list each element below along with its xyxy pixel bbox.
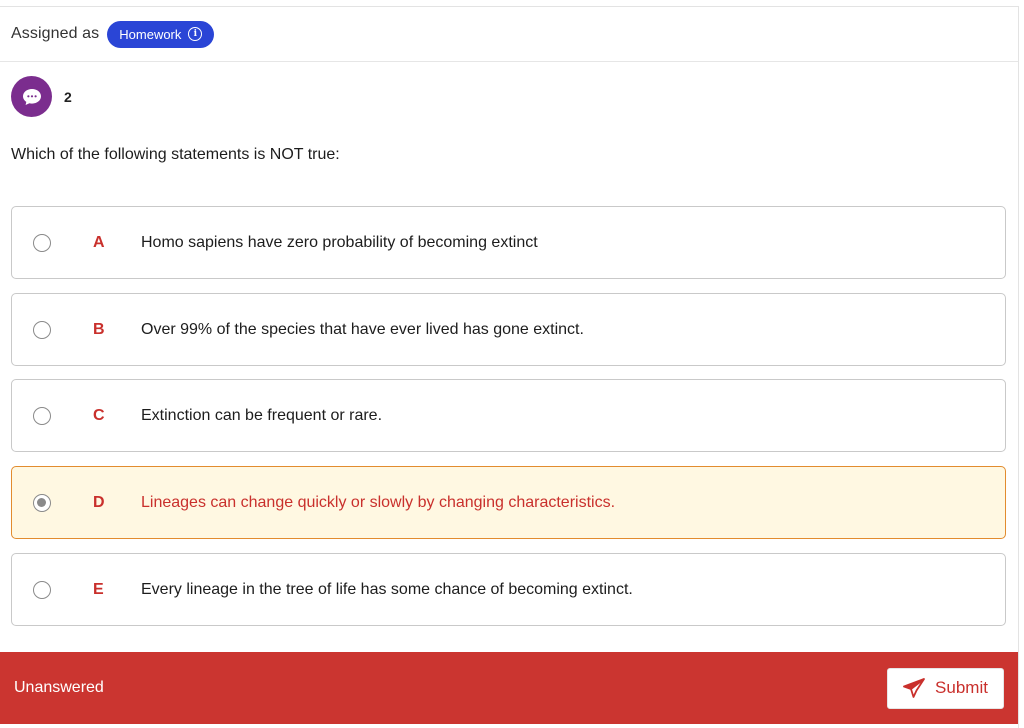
- option-e[interactable]: E Every lineage in the tree of life has …: [11, 553, 1006, 626]
- comments-row: 2: [11, 76, 72, 117]
- question-panel: Assigned as Homework i 2 Which of the fo…: [0, 6, 1019, 728]
- answer-footer: Unanswered Submit: [0, 652, 1018, 724]
- submit-button[interactable]: Submit: [887, 667, 1004, 709]
- option-c-letter: C: [93, 406, 105, 424]
- speech-bubble-icon: [22, 88, 41, 105]
- option-a[interactable]: A Homo sapiens have zero probability of …: [11, 206, 1006, 279]
- option-e-radio[interactable]: [33, 580, 51, 599]
- homework-badge-label: Homework: [119, 26, 182, 42]
- option-b[interactable]: B Over 99% of the species that have ever…: [11, 293, 1006, 366]
- option-d-text: Lineages can change quickly or slowly by…: [141, 493, 616, 511]
- assigned-as-label: Assigned as: [11, 25, 100, 42]
- option-a-radio[interactable]: [33, 233, 51, 252]
- submit-label: Submit: [935, 678, 988, 697]
- option-e-letter: E: [93, 580, 104, 598]
- option-c-text: Extinction can be frequent or rare.: [141, 406, 383, 424]
- option-d-letter: D: [93, 493, 105, 511]
- option-d[interactable]: D Lineages can change quickly or slowly …: [11, 466, 1006, 539]
- option-c[interactable]: C Extinction can be frequent or rare.: [11, 379, 1006, 452]
- option-b-letter: B: [93, 320, 105, 338]
- option-b-text: Over 99% of the species that have ever l…: [141, 320, 584, 338]
- option-c-radio[interactable]: [33, 406, 51, 425]
- option-a-letter: A: [93, 233, 105, 251]
- option-e-text: Every lineage in the tree of life has so…: [141, 580, 633, 598]
- homework-badge[interactable]: Homework i: [107, 20, 215, 48]
- assignment-header: Assigned as Homework i: [0, 7, 1018, 62]
- info-icon[interactable]: i: [188, 27, 203, 41]
- question-text: Which of the following statements is NOT…: [11, 146, 340, 163]
- paper-plane-icon: [903, 678, 925, 698]
- option-b-radio[interactable]: [33, 320, 51, 339]
- answer-status: Unanswered: [14, 679, 104, 696]
- comments-button[interactable]: [11, 76, 52, 117]
- comment-count: 2: [64, 88, 72, 105]
- option-d-radio[interactable]: [33, 493, 51, 512]
- option-a-text: Homo sapiens have zero probability of be…: [141, 233, 538, 251]
